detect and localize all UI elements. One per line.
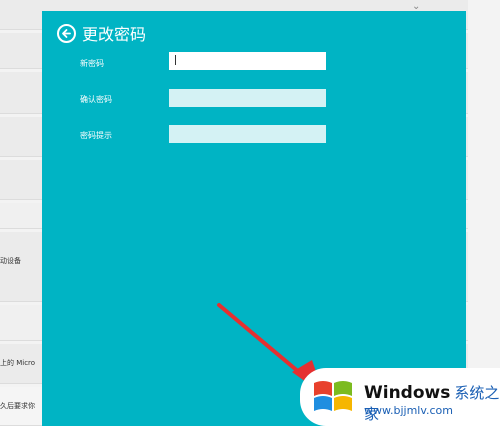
new-password-input[interactable] (169, 52, 326, 70)
watermark-url: www.bjjmlv.com (364, 404, 453, 417)
password-hint-label: 密码提示 (80, 131, 112, 140)
back-arrow-circle-icon[interactable] (57, 23, 76, 43)
watermark-title: Windows 系统之家 (364, 382, 500, 424)
confirm-password-label: 确认密码 (80, 95, 112, 104)
settings-row-label: 动设备 (0, 257, 21, 265)
text-caret (175, 55, 176, 65)
windows-logo-icon (314, 381, 352, 411)
confirm-password-input[interactable] (169, 89, 326, 107)
settings-row-label: 上的 Micro (0, 359, 36, 367)
settings-row-label: 久后要求你 (0, 402, 35, 410)
dialog-title: 更改密码 (82, 25, 147, 44)
new-password-label: 新密码 (80, 59, 104, 68)
change-password-dialog: 更改密码 新密码 确认密码 密码提示 (42, 11, 466, 426)
watermark-brand: Windows (364, 383, 451, 403)
dialog-header: 更改密码 (57, 21, 146, 45)
password-hint-input[interactable] (169, 125, 326, 143)
site-watermark: Windows 系统之家 www.bjjmlv.com (300, 368, 500, 426)
